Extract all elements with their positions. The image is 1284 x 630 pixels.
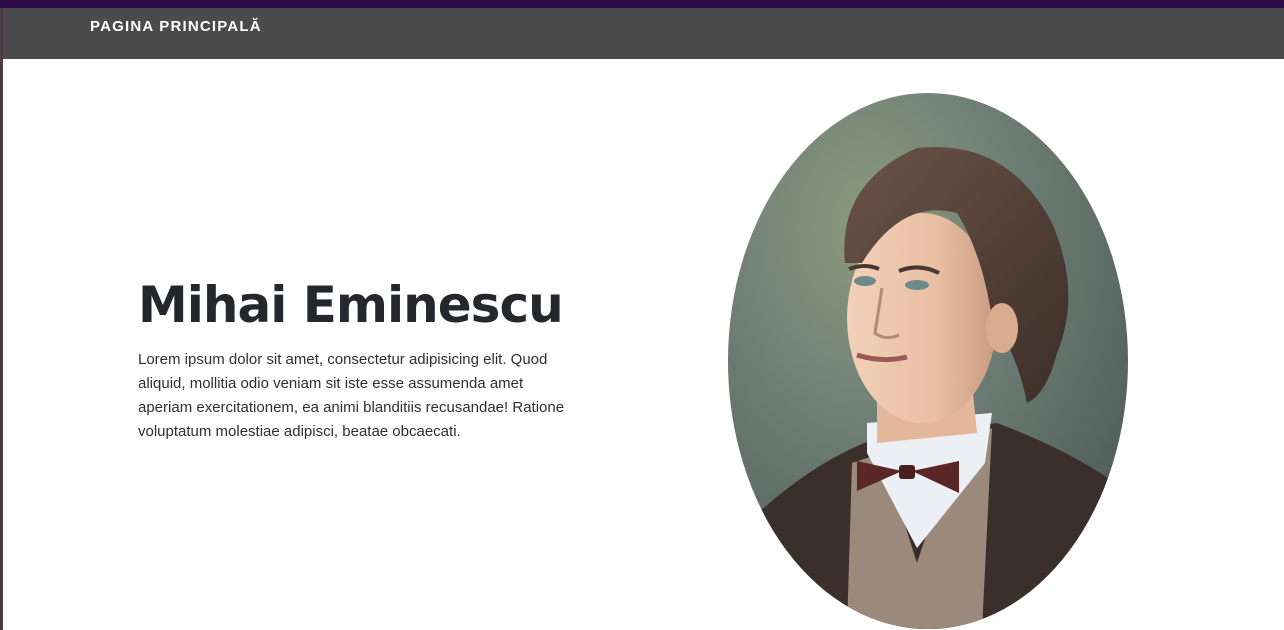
hero-description: Lorem ipsum dolor sit amet, consectetur … — [138, 351, 565, 440]
page-left-edge — [0, 0, 3, 630]
nav-link-home[interactable]: PAGINA PRINCIPALĂ — [90, 18, 262, 35]
hero-title: Mihai Eminescu — [138, 276, 564, 334]
portrait-image — [728, 93, 1128, 629]
navbar: PAGINA PRINCIPALĂ — [3, 8, 1284, 59]
top-accent-bar — [0, 0, 1284, 8]
